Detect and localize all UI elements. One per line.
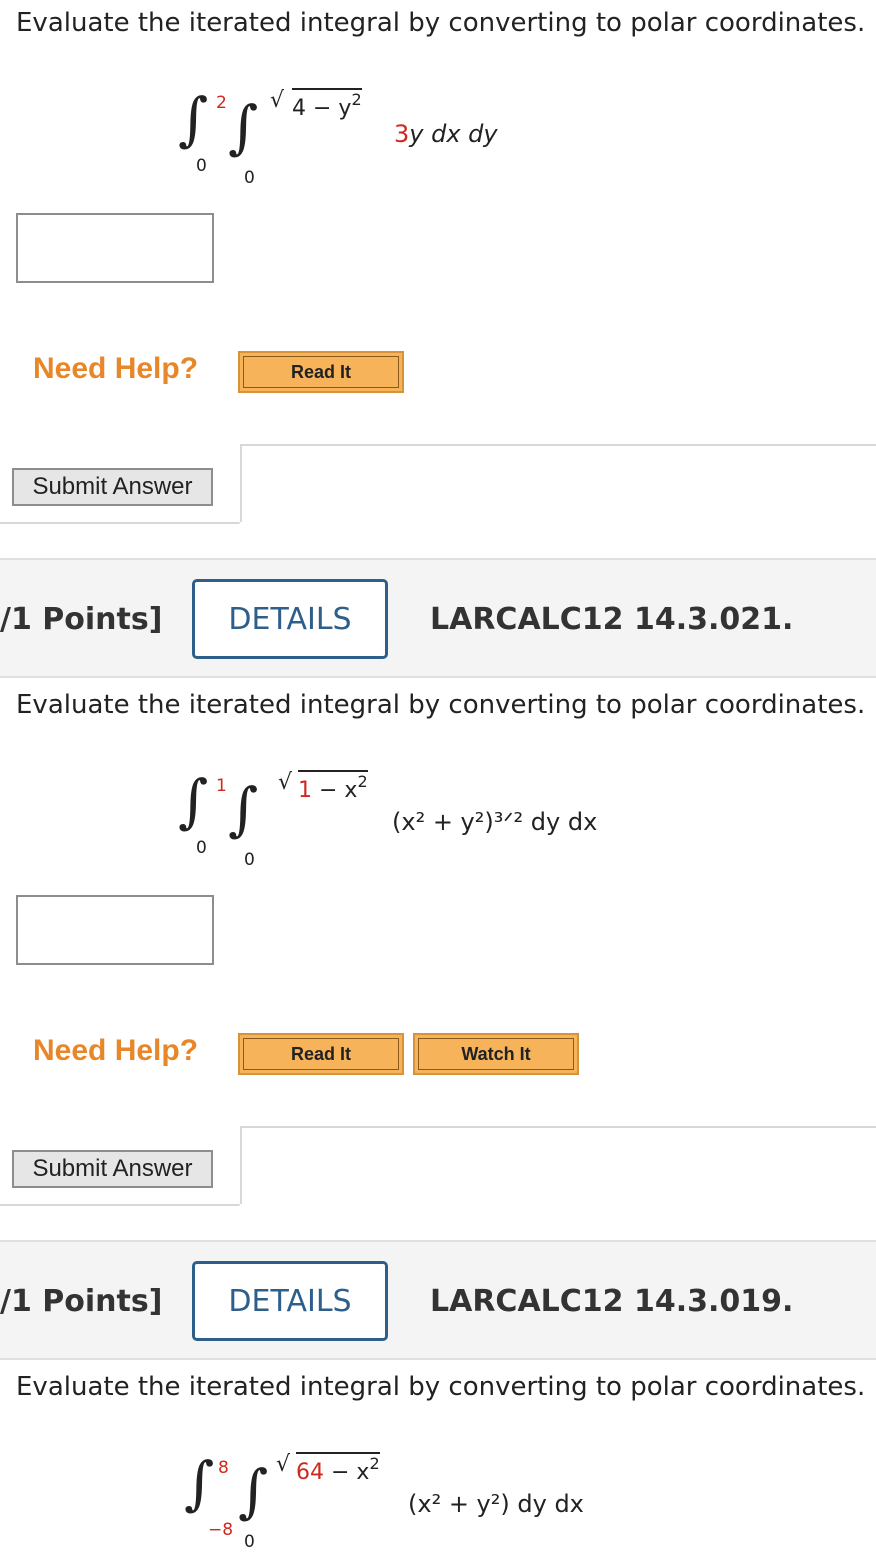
integrand: (x² + y²) dy dx xyxy=(408,1490,584,1518)
outer-lower-limit: −8 xyxy=(208,1520,234,1540)
details-button[interactable]: DETAILS xyxy=(192,579,388,659)
sqrt-icon: √ xyxy=(270,88,285,113)
inner-integral-sign: ∫ xyxy=(238,1457,269,1525)
inner-integral-sign: ∫ xyxy=(228,775,259,843)
points-label: /1 Points] xyxy=(0,602,163,637)
inner-lower-limit: 0 xyxy=(244,850,255,870)
problem3-prompt: Evaluate the iterated integral by conver… xyxy=(16,1372,866,1402)
sqrt-icon: √ xyxy=(276,1452,291,1477)
outer-integral-sign: ∫ xyxy=(184,1449,215,1517)
radicand: 64 − x2 xyxy=(296,1452,380,1485)
submit-answer-button[interactable]: Submit Answer xyxy=(12,1150,213,1188)
read-it-button[interactable]: Read It xyxy=(238,351,404,393)
inner-integral-sign: ∫ xyxy=(228,93,259,161)
outer-upper-limit: 1 xyxy=(216,776,227,796)
outer-upper-limit: 8 xyxy=(218,1458,229,1478)
watch-it-button[interactable]: Watch It xyxy=(413,1033,579,1075)
outer-integral-sign: ∫ xyxy=(178,85,209,153)
answer-input[interactable] xyxy=(16,895,214,965)
inner-lower-limit: 0 xyxy=(244,1532,255,1552)
outer-integral-sign: ∫ xyxy=(178,767,209,835)
read-it-button[interactable]: Read It xyxy=(238,1033,404,1075)
submit-answer-button[interactable]: Submit Answer xyxy=(12,468,213,506)
question-header: /1 Points] DETAILS LARCALC12 14.3.019. xyxy=(0,1240,876,1360)
radicand: 1 − x2 xyxy=(298,770,368,803)
details-button[interactable]: DETAILS xyxy=(192,1261,388,1341)
problem1-prompt: Evaluate the iterated integral by conver… xyxy=(16,8,866,38)
integrand: 3y dx dy xyxy=(394,120,498,148)
inner-lower-limit: 0 xyxy=(244,168,255,188)
points-label: /1 Points] xyxy=(0,1284,163,1319)
need-help-label: Need Help? xyxy=(33,1034,199,1067)
need-help-label: Need Help? xyxy=(33,352,199,385)
radicand: 4 − y2 xyxy=(292,88,362,121)
outer-lower-limit: 0 xyxy=(196,156,207,176)
question-header: /1 Points] DETAILS LARCALC12 14.3.021. xyxy=(0,558,876,678)
answer-input[interactable] xyxy=(16,213,214,283)
sqrt-icon: √ xyxy=(278,770,293,795)
question-id: LARCALC12 14.3.021. xyxy=(430,602,794,637)
question-id: LARCALC12 14.3.019. xyxy=(430,1284,794,1319)
integrand: (x² + y²)³ᐟ² dy dx xyxy=(392,808,598,836)
outer-lower-limit: 0 xyxy=(196,838,207,858)
outer-upper-limit: 2 xyxy=(216,93,227,113)
problem2-prompt: Evaluate the iterated integral by conver… xyxy=(16,690,866,720)
